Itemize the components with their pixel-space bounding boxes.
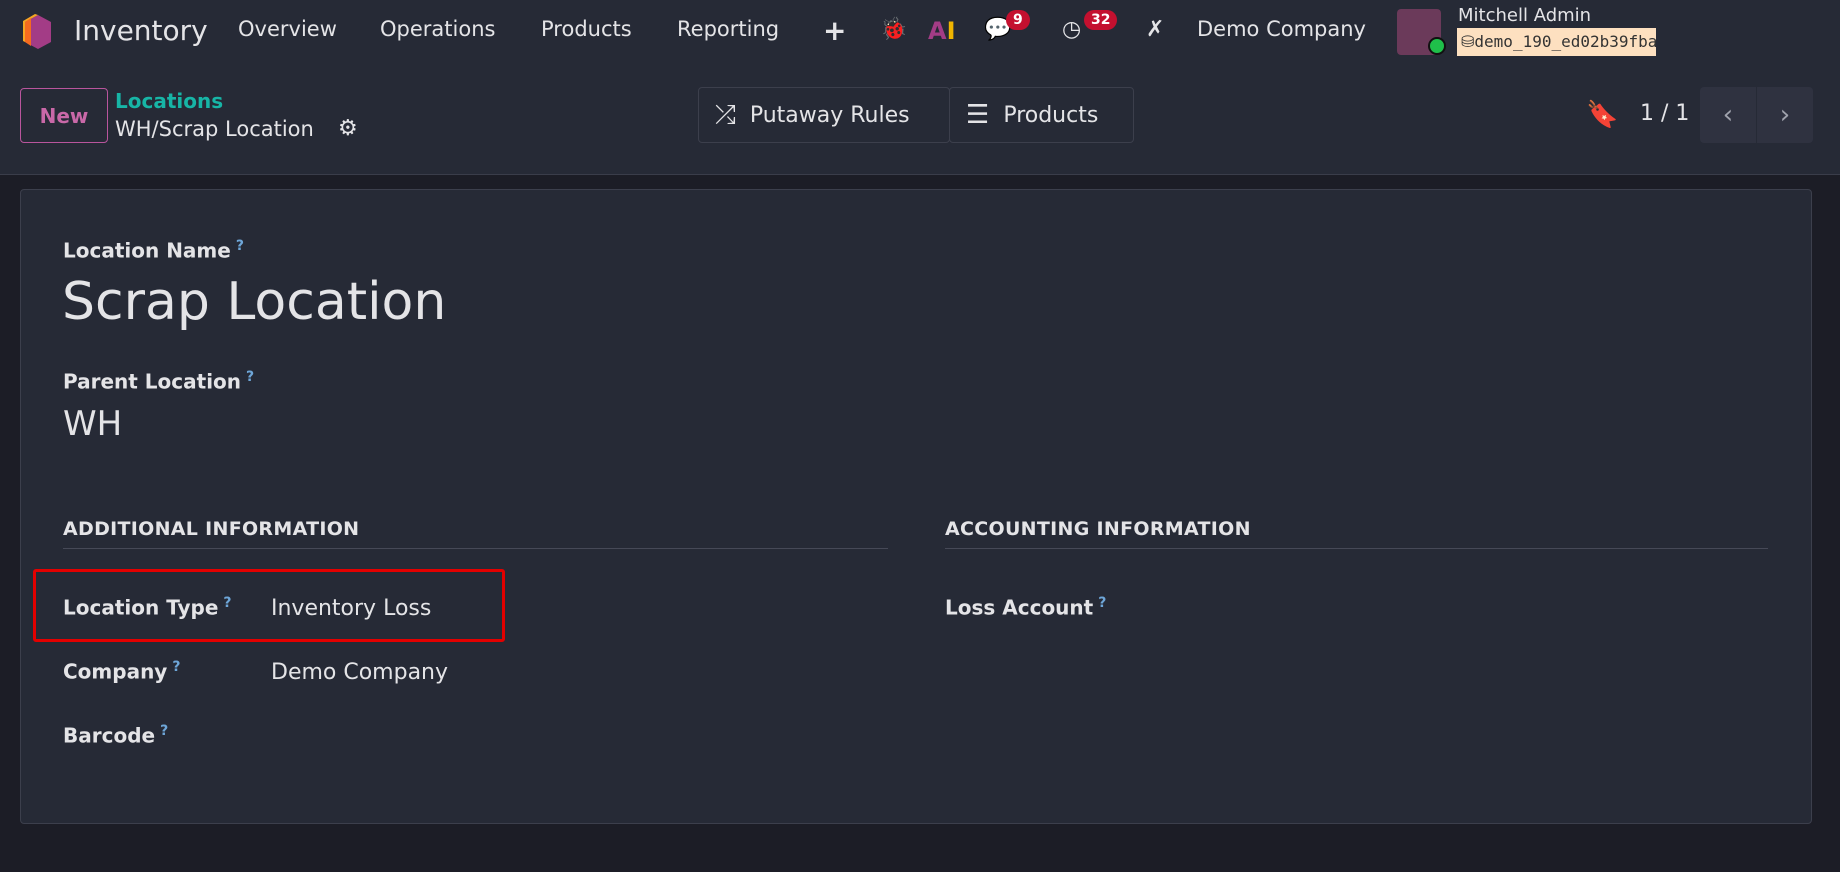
additional-info-header: ADDITIONAL INFORMATION <box>63 518 888 549</box>
parent-location-field[interactable]: WH <box>63 404 122 444</box>
location-name-field[interactable]: Scrap Location <box>62 272 446 332</box>
putaway-rules-button[interactable]: ⤮ Putaway Rules <box>698 87 950 143</box>
company-switcher[interactable]: Demo Company <box>1197 17 1366 41</box>
parent-location-label: Parent Location? <box>63 369 255 394</box>
company-field[interactable]: Demo Company <box>271 660 448 685</box>
database-name: demo_190_ed02b39fba60_17... <box>1474 32 1656 51</box>
user-name[interactable]: Mitchell Admin <box>1458 5 1591 26</box>
status-icon <box>1428 37 1446 55</box>
loss-account-field[interactable] <box>1160 592 1560 624</box>
breadcrumb-locations[interactable]: Locations <box>115 89 223 113</box>
company-label: Company? <box>63 659 181 684</box>
menu-overview[interactable]: Overview <box>238 17 337 41</box>
database-icon: ⛁ <box>1461 32 1475 51</box>
app-name[interactable]: Inventory <box>74 14 208 47</box>
gear-icon[interactable]: ⚙ <box>338 116 358 141</box>
chevron-right-icon: › <box>1779 100 1791 130</box>
barcode-label: Barcode? <box>63 723 169 748</box>
barcode-field[interactable] <box>271 720 571 752</box>
plus-icon[interactable]: + <box>823 14 846 47</box>
chevron-left-icon: ‹ <box>1722 100 1734 130</box>
products-label: Products <box>1003 102 1099 128</box>
bug-icon[interactable]: 🐞 <box>880 17 907 42</box>
shuffle-icon: ⤮ <box>715 99 736 130</box>
tools-icon[interactable]: ✗ <box>1146 17 1164 42</box>
app-logo-icon[interactable] <box>21 13 55 51</box>
database-badge: ⛁demo_190_ed02b39fba60_17... <box>1457 28 1656 56</box>
bookmark-icon[interactable]: 🔖 <box>1586 100 1618 130</box>
help-icon[interactable]: ? <box>236 238 244 254</box>
messages-badge: 9 <box>1006 10 1030 30</box>
menu-products[interactable]: Products <box>541 17 632 41</box>
clock-icon[interactable]: ◷ <box>1062 17 1081 42</box>
accounting-info-header: ACCOUNTING INFORMATION <box>945 518 1768 549</box>
putaway-label: Putaway Rules <box>749 102 910 128</box>
activities-badge: 32 <box>1084 10 1118 30</box>
new-button[interactable]: New <box>20 88 108 143</box>
breadcrumb-current: WH/Scrap Location <box>115 117 314 141</box>
location-type-label: Location Type? <box>63 595 232 620</box>
previous-button[interactable]: ‹ <box>1700 87 1756 143</box>
help-icon[interactable]: ? <box>172 659 180 675</box>
loss-account-label: Loss Account? <box>945 595 1107 620</box>
menu-operations[interactable]: Operations <box>380 17 495 41</box>
help-icon[interactable]: ? <box>223 595 231 611</box>
help-icon[interactable]: ? <box>246 369 254 385</box>
menu-reporting[interactable]: Reporting <box>677 17 779 41</box>
products-button[interactable]: ☰ Products <box>949 87 1134 143</box>
ai-icon[interactable]: AI <box>928 17 956 45</box>
help-icon[interactable]: ? <box>1098 595 1106 611</box>
pager-value[interactable]: 1 / 1 <box>1640 101 1689 126</box>
help-icon[interactable]: ? <box>160 723 168 739</box>
location-name-label: Location Name? <box>63 238 244 263</box>
list-icon: ☰ <box>966 100 990 130</box>
location-type-field[interactable]: Inventory Loss <box>271 596 431 621</box>
next-button[interactable]: › <box>1757 87 1813 143</box>
